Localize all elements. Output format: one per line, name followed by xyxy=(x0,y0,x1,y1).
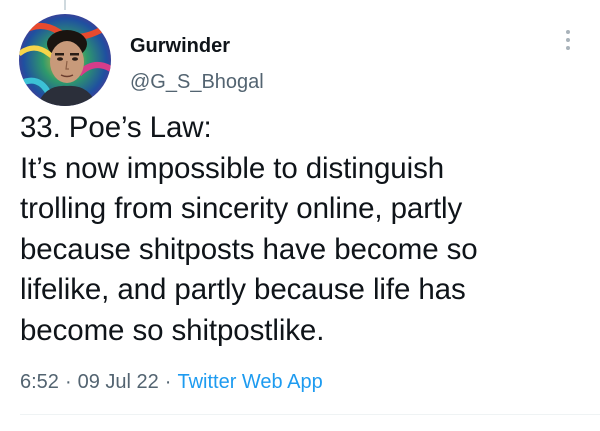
more-vertical-icon xyxy=(566,30,570,34)
tweet-metadata: 6:52 · 09 Jul 22 · Twitter Web App xyxy=(20,369,323,395)
tweet: Gurwinder @G_S_Bhogal 33. Poe’s Law: It’… xyxy=(0,0,600,431)
tweet-text-line: because shitposts have become so xyxy=(20,232,478,266)
tweet-text: 33. Poe’s Law: It’s now impossible to di… xyxy=(20,108,590,351)
more-options-button[interactable] xyxy=(560,30,576,56)
avatar-image xyxy=(19,14,111,106)
meta-separator: · xyxy=(164,371,172,393)
author-display-name[interactable]: Gurwinder xyxy=(130,34,264,58)
tweet-text-line: 33. Poe’s Law: xyxy=(20,111,212,144)
tweet-source-link[interactable]: Twitter Web App xyxy=(177,371,322,393)
tweet-text-line: become so shitpostlike. xyxy=(20,313,325,347)
avatar[interactable] xyxy=(19,14,111,106)
tweet-text-line: trolling from sincerity online, partly xyxy=(20,192,463,225)
tweet-text-line: lifelike, and partly because life has xyxy=(20,273,466,306)
tweet-date[interactable]: 09 Jul 22 xyxy=(78,371,159,393)
meta-separator: · xyxy=(64,371,72,393)
thread-connector-line xyxy=(64,0,66,10)
author-handle[interactable]: @G_S_Bhogal xyxy=(130,70,264,94)
divider xyxy=(20,414,600,415)
tweet-text-line: It’s now impossible to distinguish xyxy=(20,151,445,185)
author-block: Gurwinder @G_S_Bhogal xyxy=(130,34,264,94)
tweet-time[interactable]: 6:52 xyxy=(20,371,59,393)
